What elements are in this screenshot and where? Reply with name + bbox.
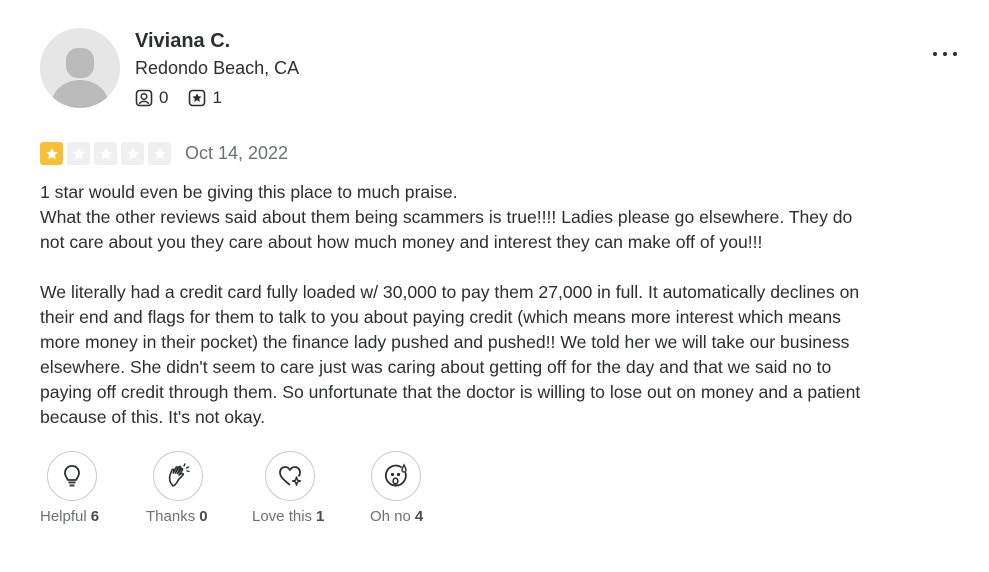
helpful-reaction-circle[interactable] xyxy=(47,451,97,501)
thanks-button[interactable] xyxy=(153,451,203,501)
thanks-label: Thanks 0 xyxy=(146,508,208,525)
more-dot-icon xyxy=(953,52,957,56)
love-this-button[interactable] xyxy=(265,451,315,501)
oh-no-count: 4 xyxy=(414,508,424,525)
avatar[interactable] xyxy=(40,28,120,108)
review-paragraph: 1 star would even be giving this place t… xyxy=(40,182,853,252)
shocked-face-icon xyxy=(384,463,407,487)
lightbulb-icon xyxy=(64,465,80,487)
thanks-count: 0 xyxy=(199,508,208,525)
love-this-reaction-circle[interactable] xyxy=(265,451,315,501)
love-this-label: Love this 1 xyxy=(252,508,325,525)
user-name[interactable]: Viviana C. xyxy=(135,30,230,53)
star-empty-icon xyxy=(94,142,117,165)
star-rating xyxy=(40,142,171,165)
oh-no-label: Oh no 4 xyxy=(370,508,424,525)
default-avatar-icon xyxy=(40,28,120,108)
friends-icon xyxy=(135,89,153,107)
star-filled-icon xyxy=(40,142,63,165)
heart-sparkle-icon xyxy=(279,466,302,486)
star-empty-icon xyxy=(148,142,171,165)
helpful-count: 6 xyxy=(90,508,100,525)
user-stats: 0 1 xyxy=(135,88,222,108)
star-empty-icon xyxy=(121,142,144,165)
review-text: 1 star would even be giving this place t… xyxy=(40,180,870,430)
more-dot-icon xyxy=(933,52,937,56)
user-location: Redondo Beach, CA xyxy=(135,58,300,78)
more-dot-icon xyxy=(943,52,947,56)
thanks-reaction-circle[interactable] xyxy=(153,451,203,501)
helpful-button[interactable] xyxy=(47,451,97,501)
clapping-hands-icon xyxy=(168,463,190,487)
helpful-label: Helpful 6 xyxy=(40,508,100,525)
oh-no-button[interactable] xyxy=(371,451,421,501)
star-empty-icon xyxy=(67,142,90,165)
oh-no-reaction-circle[interactable] xyxy=(371,451,421,501)
reviews-count: 1 xyxy=(212,88,222,107)
review-star-icon xyxy=(189,89,206,107)
reviews-stat: 1 xyxy=(188,88,222,108)
love-this-count: 1 xyxy=(316,508,325,525)
more-options-button[interactable] xyxy=(930,44,960,64)
review-date: Oct 14, 2022 xyxy=(185,143,289,163)
friends-count: 0 xyxy=(159,88,169,107)
review-paragraph: We literally had a credit card fully loa… xyxy=(40,282,861,427)
friends-stat: 0 xyxy=(135,88,168,108)
